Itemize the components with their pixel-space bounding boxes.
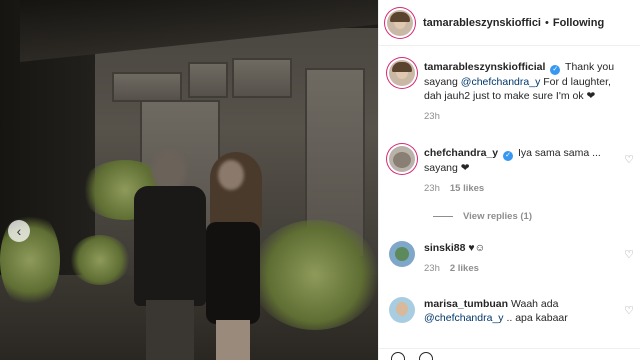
author-username[interactable]: tamarableszynskioffici	[423, 17, 541, 29]
comment-text-part: Waah ada	[510, 298, 559, 310]
comment-text: marisa_tumbuan Waah ada @chefchandra_y .…	[424, 297, 620, 325]
view-replies-button[interactable]: View replies (1)	[433, 211, 532, 222]
comment-text: sinski88 ♥☺	[424, 241, 620, 255]
follow-button[interactable]: Following	[553, 17, 604, 29]
separator-dot: •	[545, 16, 549, 29]
commenter-avatar[interactable]	[389, 241, 415, 267]
comment-timestamp: 23h	[424, 111, 440, 122]
photo-window	[188, 62, 228, 98]
comment-text: tamarableszynskiofficial ✓ Thank you say…	[424, 60, 620, 103]
replies-divider-line	[433, 216, 453, 217]
heart-outline-icon[interactable]: ♡	[623, 305, 635, 317]
comment-username[interactable]: chefchandra_y	[424, 147, 498, 159]
photo-person-woman	[196, 152, 268, 360]
comment-likes[interactable]: 2 likes	[450, 263, 479, 274]
commenter-avatar[interactable]	[389, 146, 415, 172]
verified-badge-icon: ✓	[550, 65, 561, 75]
comment-username[interactable]: sinski88	[424, 242, 465, 254]
comment-timestamp: 23h	[424, 183, 440, 194]
comment-likes[interactable]: 15 likes	[450, 183, 484, 194]
mention-link[interactable]: @chefchandra_y	[461, 76, 541, 88]
like-icon[interactable]	[391, 352, 405, 360]
comment-item: chefchandra_y ✓ Iya sama sama ... sayang…	[389, 146, 635, 194]
comment-username[interactable]: tamarableszynskiofficial	[424, 61, 545, 73]
mention-link[interactable]: @chefchandra_y	[424, 312, 504, 324]
post-side-panel: tamarableszynskioffici • Following tamar…	[378, 0, 640, 360]
post-photo[interactable]: ‹	[0, 0, 378, 360]
post-action-bar	[379, 348, 640, 360]
chevron-left-icon[interactable]: ‹	[8, 220, 30, 242]
comment-text: chefchandra_y ✓ Iya sama sama ... sayang…	[424, 146, 620, 175]
comment-username[interactable]: marisa_tumbuan	[424, 298, 508, 310]
comment-timestamp: 23h	[424, 263, 440, 274]
comment-item: sinski88 ♥☺ 23h 2 likes ♡	[389, 241, 635, 274]
comment-item: marisa_tumbuan Waah ada @chefchandra_y .…	[389, 297, 635, 325]
post-header: tamarableszynskioffici • Following	[379, 0, 640, 46]
photo-fern	[250, 220, 378, 330]
caption-comment: tamarableszynskiofficial ✓ Thank you say…	[389, 60, 635, 122]
author-avatar[interactable]	[387, 9, 413, 36]
photo-window	[112, 72, 182, 102]
comment-text-part: ♥☺	[468, 242, 486, 254]
heart-outline-icon[interactable]: ♡	[623, 154, 635, 166]
commenter-avatar[interactable]	[389, 297, 415, 323]
photo-plant	[70, 235, 130, 285]
photo-window	[232, 58, 292, 98]
verified-badge-icon: ✓	[503, 151, 514, 161]
commenter-avatar[interactable]	[389, 60, 415, 86]
comment-text-part: .. apa kabaar	[503, 312, 568, 324]
view-replies-label: View replies (1)	[463, 211, 532, 222]
comment-icon[interactable]	[419, 352, 433, 360]
heart-outline-icon[interactable]: ♡	[623, 249, 635, 261]
